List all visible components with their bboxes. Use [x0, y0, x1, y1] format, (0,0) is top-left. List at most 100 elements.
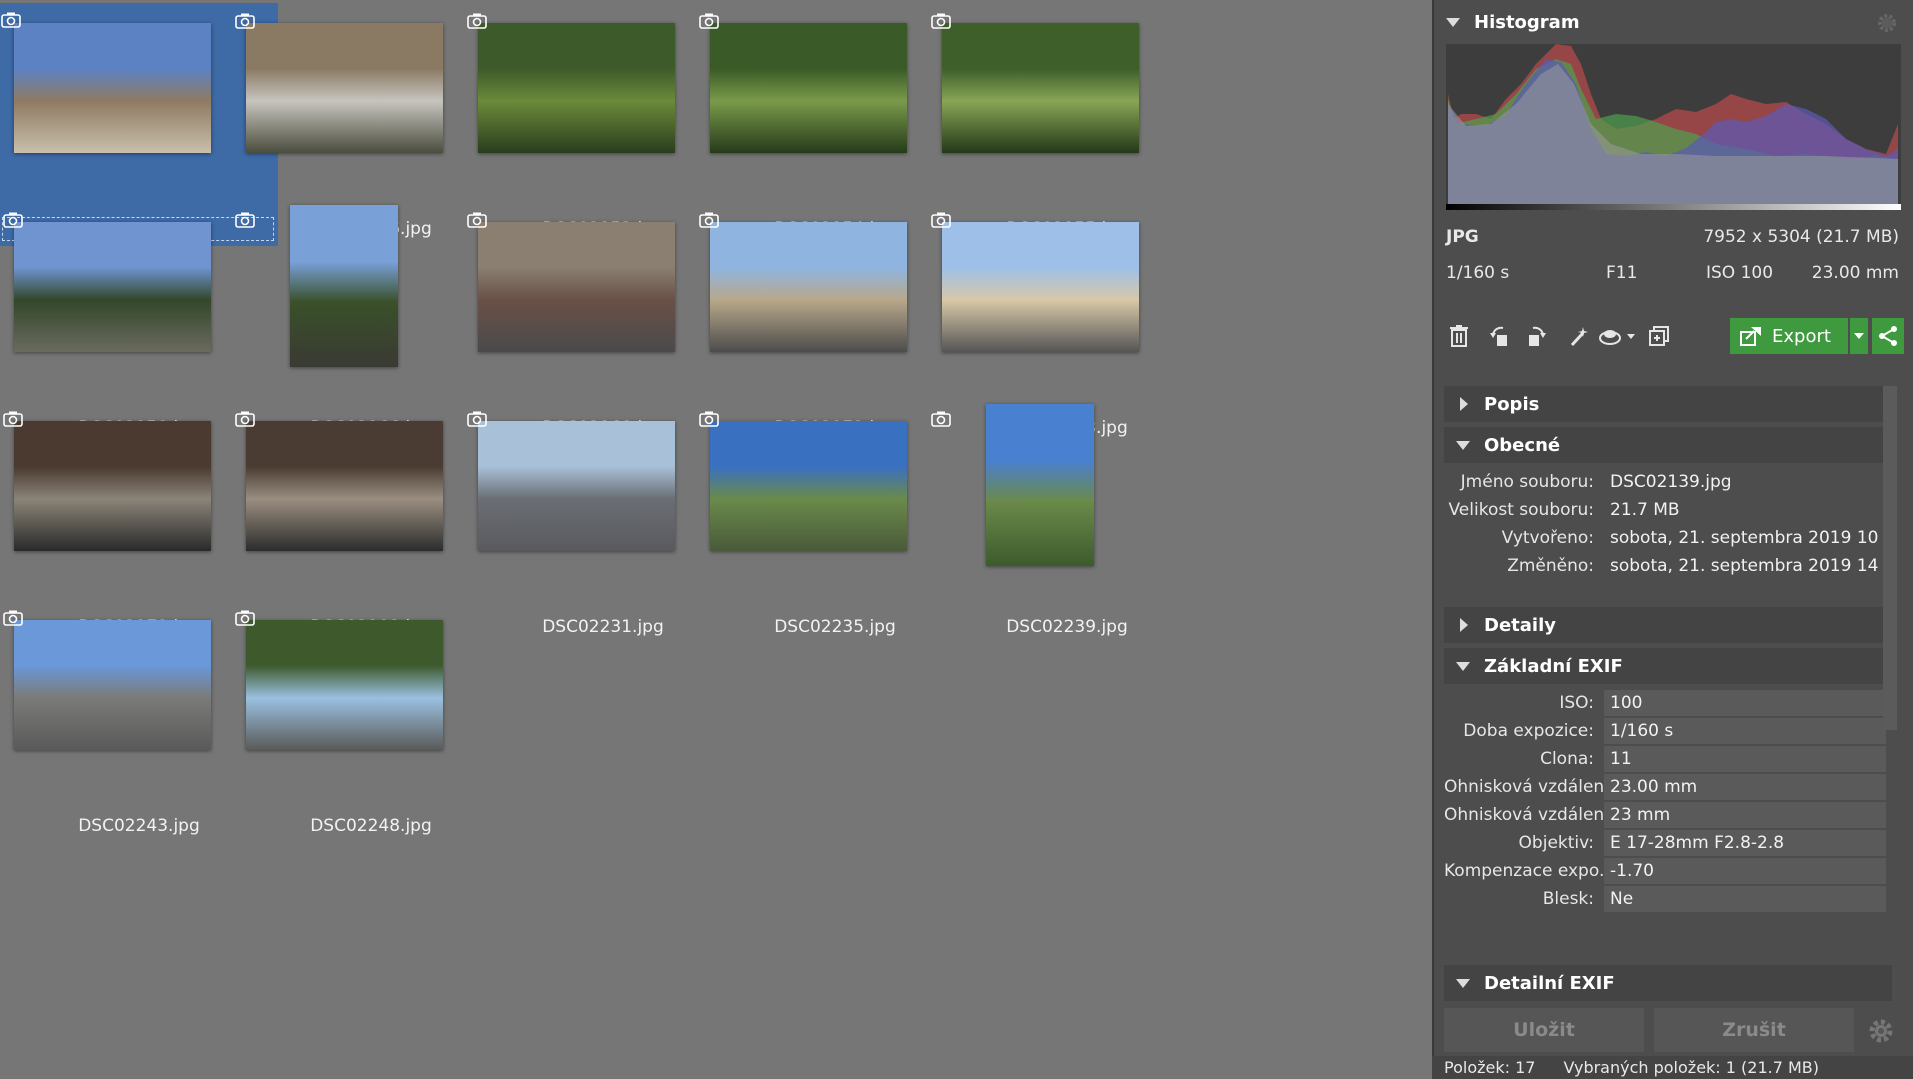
section-popis[interactable]: Popis [1444, 386, 1892, 422]
field-input[interactable]: -1.70 [1604, 858, 1886, 884]
aperture-value: F11 [1606, 263, 1638, 283]
thumbnail-image[interactable] [986, 404, 1094, 566]
field-input[interactable]: 23.00 mm [1604, 774, 1886, 800]
camera-icon [1, 12, 21, 28]
histogram-title: Histogram [1474, 11, 1580, 33]
exif-row: Ohnisková vzdálen... 23 mm [1444, 800, 1892, 830]
section-obecne[interactable]: Obecné [1444, 427, 1892, 463]
exif-row: Objektiv: E 17-28mm F2.8-2.8 [1444, 828, 1892, 858]
field-value: sobota, 21. septembra 2019 10 [1610, 528, 1879, 548]
field-input[interactable]: 23 mm [1604, 802, 1886, 828]
thumbnail-image[interactable] [246, 23, 443, 153]
camera-icon [235, 411, 255, 427]
section-detaily[interactable]: Detaily [1444, 607, 1892, 643]
collapse-icon [1456, 978, 1470, 988]
field-input[interactable]: 1/160 s [1604, 718, 1886, 744]
auto-enhance-icon[interactable] [1564, 321, 1594, 351]
settings-gear-icon[interactable] [1866, 1016, 1896, 1046]
section-title: Obecné [1484, 434, 1561, 456]
thumbnail-item[interactable]: DSC02239.jpg [928, 401, 1206, 644]
panel-scrollbar[interactable] [1883, 386, 1897, 730]
thumbnail-image[interactable] [14, 23, 211, 153]
collapse-icon [1456, 440, 1470, 450]
thumbnail-image[interactable] [942, 222, 1139, 352]
exif-row: Ohnisková vzdálen... 23.00 mm [1444, 772, 1892, 802]
thumbnail-image[interactable] [246, 620, 443, 750]
field-label: Kompenzace expo... [1444, 861, 1604, 881]
shutter-speed: 1/160 s [1446, 263, 1510, 283]
field-label: ISO: [1559, 693, 1594, 713]
camera-icon [3, 212, 23, 228]
copy-icon[interactable] [1644, 321, 1674, 351]
exif-row: Kompenzace expo... -1.70 [1444, 856, 1892, 886]
section-detailni-exif[interactable]: Detailní EXIF [1444, 965, 1892, 1001]
info-panel: Histogram JPG 7952 x 5304 (21.7 MB) 1/16… [1432, 0, 1913, 1079]
exif-row: Blesk: Ne [1444, 884, 1892, 914]
field-value: DSC02139.jpg [1610, 472, 1732, 492]
camera-icon [235, 13, 255, 29]
section-title: Detaily [1484, 614, 1556, 636]
field-label: Ohnisková vzdálen... [1444, 777, 1604, 797]
thumbnail-image[interactable] [478, 421, 675, 551]
save-button[interactable]: Uložit [1444, 1008, 1644, 1052]
presets-icon[interactable] [1598, 321, 1640, 351]
thumbnail-image[interactable] [710, 421, 907, 551]
field-input[interactable]: Ne [1604, 886, 1886, 912]
thumbnail-image[interactable] [290, 205, 398, 367]
field-label: Objektiv: [1518, 833, 1594, 853]
collapse-icon [1446, 17, 1460, 27]
share-button[interactable] [1872, 318, 1904, 354]
section-zakladni-exif[interactable]: Základní EXIF [1444, 648, 1892, 684]
thumbnail-grid: DSC02139.jpgDSC02146.jpgDSC02153.jpgDSC0… [0, 0, 1432, 1079]
thumbnail-filename: DSC02248.jpg [310, 816, 432, 836]
camera-icon [931, 13, 951, 29]
info-row: Velikost souboru: 21.7 MB [1444, 495, 1892, 525]
thumbnail-image[interactable] [942, 23, 1139, 153]
iso-value: ISO 100 [1706, 263, 1774, 283]
exposure-row: 1/160 s F11 ISO 100 23.00 mm [1444, 263, 1899, 287]
expand-icon [1460, 397, 1468, 411]
field-input[interactable]: 11 [1604, 746, 1886, 772]
expand-icon [1460, 618, 1468, 632]
field-value: 21.7 MB [1610, 500, 1680, 520]
thumbnail-image[interactable] [478, 23, 675, 153]
thumbnail-image[interactable] [710, 222, 907, 352]
thumbnail-image[interactable] [14, 421, 211, 551]
camera-icon [467, 212, 487, 228]
rotate-right-icon[interactable] [1520, 321, 1550, 351]
field-input[interactable]: E 17-28mm F2.8-2.8 [1604, 830, 1886, 856]
chevron-down-icon [1854, 333, 1864, 339]
export-icon [1740, 327, 1761, 346]
camera-icon [699, 13, 719, 29]
histogram-header[interactable]: Histogram [1434, 3, 1913, 41]
thumbnail-image[interactable] [14, 222, 211, 352]
thumbnail-image[interactable] [14, 620, 211, 750]
thumbnail-image[interactable] [478, 222, 675, 352]
rotate-left-icon[interactable] [1486, 321, 1516, 351]
section-title: Detailní EXIF [1484, 972, 1615, 994]
thumbnail-image[interactable] [710, 23, 907, 153]
export-button[interactable]: Export [1730, 318, 1848, 354]
camera-icon [467, 13, 487, 29]
camera-icon [235, 610, 255, 626]
focal-length: 23.00 mm [1811, 263, 1899, 283]
cancel-button[interactable]: Zrušit [1654, 1008, 1854, 1052]
trash-icon[interactable] [1444, 321, 1474, 351]
file-format: JPG [1446, 227, 1479, 247]
gear-icon[interactable] [1875, 11, 1899, 35]
field-value: sobota, 21. septembra 2019 14 [1610, 556, 1879, 576]
camera-icon [931, 212, 951, 228]
exif-row: ISO: 100 [1444, 688, 1892, 718]
field-label: Ohnisková vzdálen... [1444, 805, 1604, 825]
section-title: Popis [1484, 393, 1540, 415]
collapse-icon [1456, 661, 1470, 671]
field-input[interactable]: 100 [1604, 690, 1886, 716]
info-row: Jméno souboru: DSC02139.jpg [1444, 467, 1892, 497]
file-dimensions: 7952 x 5304 (21.7 MB) [1703, 227, 1899, 247]
camera-icon [3, 610, 23, 626]
field-label: Clona: [1540, 749, 1594, 769]
thumbnail-image[interactable] [246, 421, 443, 551]
export-dropdown-button[interactable] [1850, 318, 1868, 354]
thumbnail-item[interactable]: DSC02248.jpg [232, 600, 510, 843]
info-row: Změněno: sobota, 21. septembra 2019 14 [1444, 551, 1892, 581]
